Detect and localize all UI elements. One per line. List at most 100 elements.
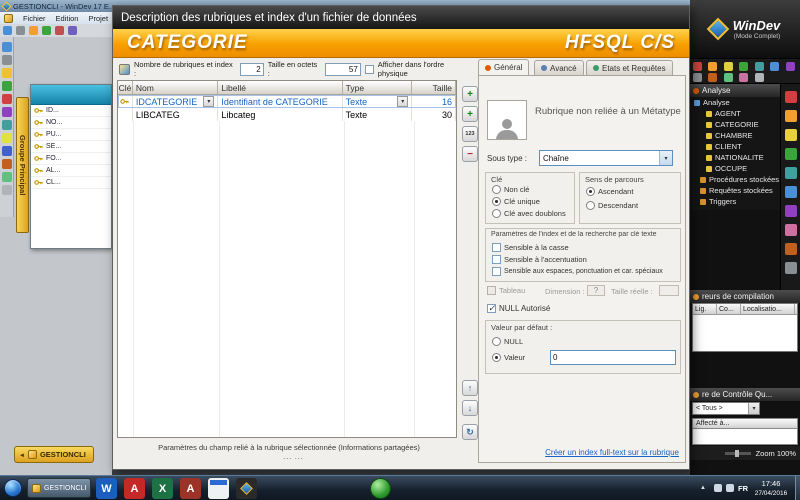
fields-grid[interactable]: Clé Nom Libellé Type Taille IDCATEGORIE … <box>117 80 457 438</box>
radio-null[interactable]: NULL <box>492 337 523 346</box>
radio-cle-unique[interactable]: Clé unique <box>492 197 540 206</box>
tree-item-nationalite[interactable]: NATIONALITE <box>690 152 780 163</box>
tab-avance[interactable]: Avancé <box>534 60 584 75</box>
name-cell[interactable]: LIBCATEG <box>133 108 218 121</box>
dock-icon[interactable] <box>785 262 797 274</box>
toolbar-icon[interactable] <box>2 68 12 78</box>
tab-etats-requetes[interactable]: Etats et Requêtes <box>586 60 673 75</box>
dock-icon[interactable] <box>785 186 797 198</box>
toolbar-icon[interactable] <box>724 62 733 71</box>
toolbar-icon[interactable] <box>708 73 717 82</box>
toolbar-icon[interactable] <box>55 26 64 35</box>
zoom-slider-thumb[interactable] <box>735 450 739 457</box>
toolbar-icon[interactable] <box>2 146 12 156</box>
grid-row-libcateg[interactable]: LIBCATEG Libcateg Texte 30 <box>118 108 456 121</box>
field-row[interactable]: FO... <box>31 153 111 165</box>
tree-item-agent[interactable]: AGENT <box>690 108 780 119</box>
windev-orb-icon[interactable] <box>4 14 13 23</box>
access-icon[interactable] <box>180 478 201 499</box>
dock-icon[interactable] <box>785 205 797 217</box>
toolbar-icon[interactable] <box>693 73 702 82</box>
column-caption[interactable]: Libellé <box>218 81 342 94</box>
add-field-button[interactable] <box>462 86 478 102</box>
toolbar-icon[interactable] <box>2 159 12 169</box>
quality-column-header[interactable]: Affecté à... <box>692 418 798 429</box>
dock-icon[interactable] <box>785 224 797 236</box>
delete-field-button[interactable] <box>462 146 478 162</box>
toolbar-icon[interactable] <box>2 172 12 182</box>
toolbar-icon[interactable] <box>2 81 12 91</box>
radio-valeur[interactable]: Valeur <box>492 353 525 362</box>
language-indicator[interactable]: FR <box>738 484 748 493</box>
subtype-select[interactable]: Chaîne <box>539 150 673 166</box>
radio-descendant[interactable]: Descendant <box>586 201 638 210</box>
toolbar-icon[interactable] <box>68 26 77 35</box>
toolbar-icon[interactable] <box>755 62 764 71</box>
column-type[interactable]: Type <box>343 81 413 94</box>
start-button[interactable] <box>4 479 22 497</box>
physical-order-checkbox[interactable] <box>365 65 374 74</box>
tray-icon[interactable] <box>726 484 734 492</box>
default-value-input[interactable] <box>550 350 676 365</box>
toolbar-icon[interactable] <box>693 62 702 71</box>
gestioncli-collapsed-tab[interactable]: GESTIONCLI <box>14 446 94 463</box>
checkbox-sensible-espaces[interactable]: Sensible aux espaces, ponctuation et car… <box>492 267 663 276</box>
field-count-input[interactable] <box>240 63 264 76</box>
windev-taskbar-icon[interactable] <box>236 478 257 499</box>
dock-icon[interactable] <box>785 129 797 141</box>
toolbar-icon[interactable] <box>2 94 12 104</box>
toolbar-icon[interactable] <box>42 26 51 35</box>
size-cell[interactable]: 30 <box>412 108 456 121</box>
tree-item-procedures[interactable]: Procédures stockées <box>690 174 780 185</box>
tree-item-triggers[interactable]: Triggers <box>690 196 780 207</box>
dock-icon[interactable] <box>785 167 797 179</box>
tree-item-requetes[interactable]: Requêtes stockées <box>690 185 780 196</box>
dock-icon[interactable] <box>785 243 797 255</box>
pdf-reader-icon[interactable] <box>124 478 145 499</box>
refresh-button[interactable] <box>462 424 478 440</box>
radio-ascendant[interactable]: Ascendant <box>586 187 633 196</box>
dock-icon[interactable] <box>785 148 797 160</box>
toolbar-icon[interactable] <box>2 133 12 143</box>
show-desktop-button[interactable] <box>795 476 800 500</box>
toolbar-icon[interactable] <box>739 73 748 82</box>
toolbar-icon[interactable] <box>2 42 12 52</box>
toolbar-icon[interactable] <box>29 26 38 35</box>
tray-icon[interactable] <box>714 484 722 492</box>
size-cell[interactable]: 16 <box>412 95 456 108</box>
taskbar-gestioncli-button[interactable]: GESTIONCLI <box>27 478 91 498</box>
field-row[interactable]: PU... <box>31 129 111 141</box>
excel-icon[interactable] <box>152 478 173 499</box>
tree-item-categorie[interactable]: CATEGORIE <box>690 119 780 130</box>
column-co[interactable]: Co... <box>717 304 741 314</box>
tree-item-client[interactable]: CLIENT <box>690 141 780 152</box>
quality-panel-header[interactable]: re de Contrôle Qu... <box>690 388 800 401</box>
toolbar-icon[interactable] <box>755 73 764 82</box>
quality-filter-select[interactable]: < Tous > <box>692 402 760 415</box>
field-row[interactable]: CL... <box>31 177 111 189</box>
field-row[interactable]: SE... <box>31 141 111 153</box>
move-down-button[interactable] <box>462 400 478 416</box>
toolbar-icon[interactable] <box>786 62 795 71</box>
identifier-button[interactable] <box>462 126 478 142</box>
toolbar-icon[interactable] <box>3 26 12 35</box>
toolbar-icon[interactable] <box>16 26 25 35</box>
clock[interactable]: 17:46 27/04/2016 <box>748 479 794 499</box>
type-cell[interactable]: Texte <box>343 95 413 108</box>
column-size[interactable]: Taille <box>412 81 456 94</box>
tab-general[interactable]: Général <box>478 59 529 75</box>
column-key[interactable]: Clé <box>118 81 133 94</box>
menu-projet[interactable]: Projet <box>88 14 108 23</box>
move-up-button[interactable] <box>462 380 478 396</box>
column-name[interactable]: Nom <box>133 81 218 94</box>
column-localisation[interactable]: Localisatio... <box>741 304 795 314</box>
toolbar-icon[interactable] <box>770 62 779 71</box>
checkbox-sensible-casse[interactable]: Sensible à la casse <box>492 243 569 252</box>
type-cell[interactable]: Texte <box>343 108 413 121</box>
field-row[interactable]: AL... <box>31 165 111 177</box>
dock-icon[interactable] <box>785 110 797 122</box>
green-app-icon[interactable] <box>370 478 391 499</box>
checkbox-null-autorise[interactable]: NULL Autorisé <box>487 304 550 313</box>
calendar-app-icon[interactable] <box>208 478 229 499</box>
menu-fichier[interactable]: Fichier <box>23 14 46 23</box>
